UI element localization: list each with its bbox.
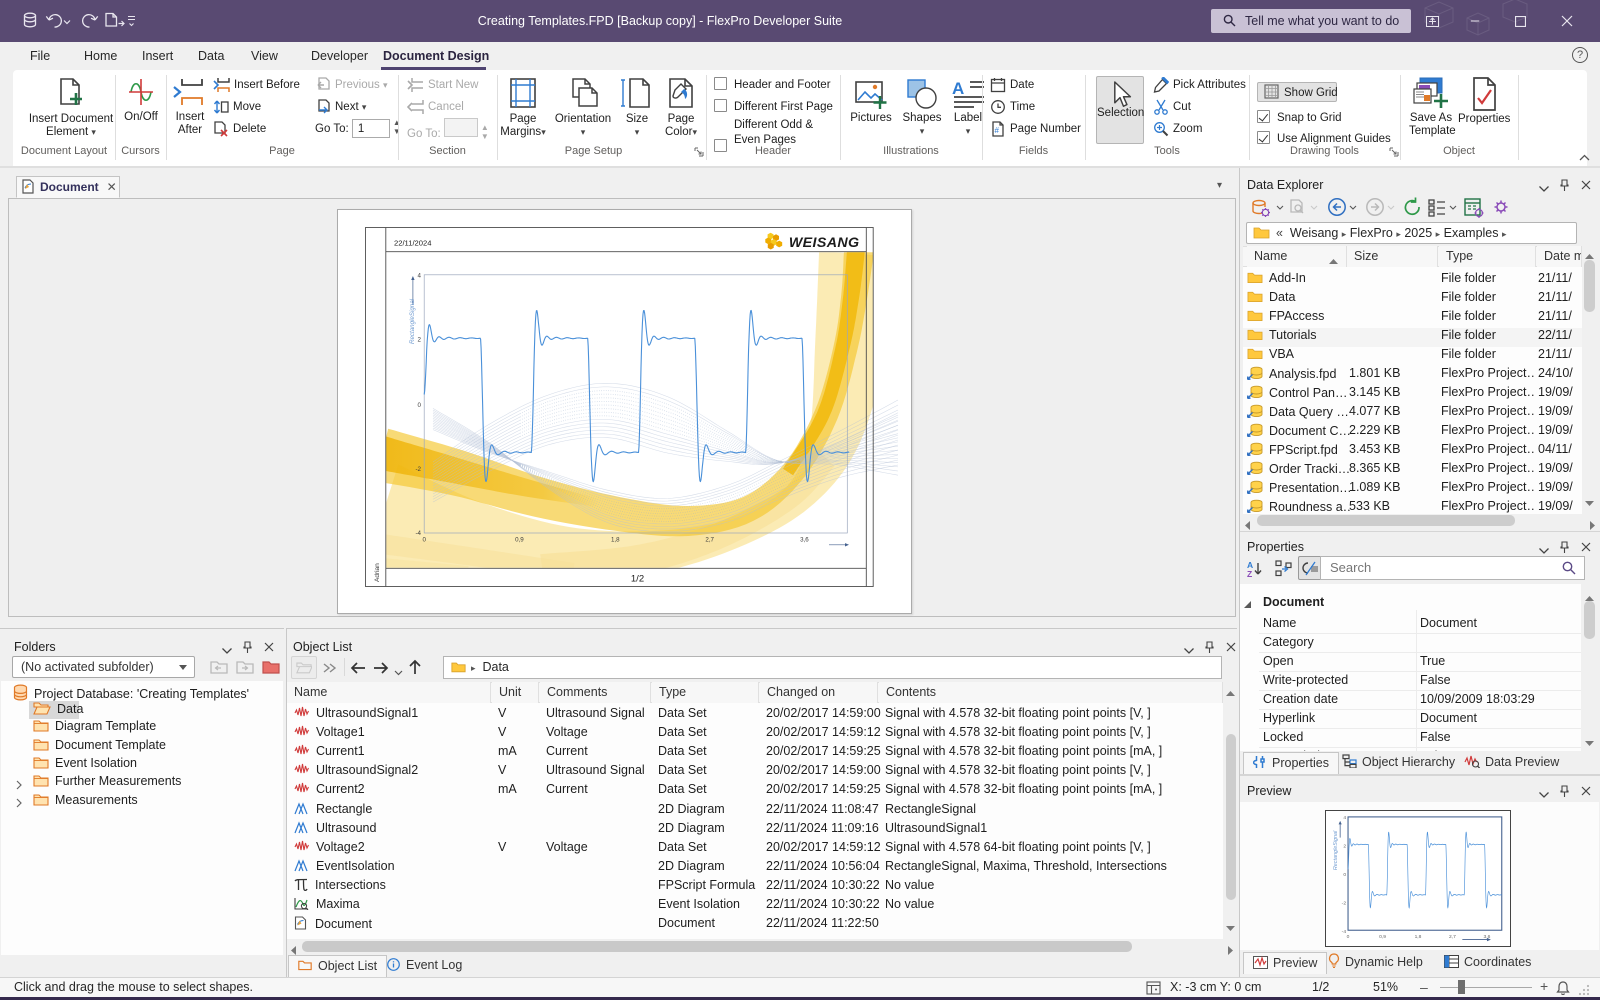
- svg-text:2,7: 2,7: [1449, 934, 1456, 940]
- svg-text:1,8: 1,8: [1415, 934, 1422, 940]
- svg-text:WEISANG: WEISANG: [789, 235, 860, 251]
- svg-text:Adrian: Adrian: [374, 563, 381, 582]
- svg-text:RectangleSignal: RectangleSignal: [1333, 830, 1339, 870]
- svg-text:RectangleSignal: RectangleSignal: [409, 298, 416, 344]
- svg-text:Z: Z: [1247, 569, 1252, 578]
- svg-text:4: 4: [1343, 815, 1346, 821]
- svg-text:-2: -2: [1342, 901, 1347, 907]
- svg-text:A: A: [952, 79, 964, 98]
- svg-text:22/11/2024: 22/11/2024: [394, 239, 431, 248]
- svg-text:4: 4: [418, 272, 422, 279]
- svg-text:3,6: 3,6: [800, 537, 809, 544]
- svg-text:1/2: 1/2: [631, 574, 644, 585]
- svg-text:1,8: 1,8: [611, 537, 620, 544]
- svg-text:2: 2: [418, 336, 422, 343]
- svg-text:0: 0: [422, 537, 426, 544]
- svg-text:-2: -2: [415, 466, 421, 473]
- svg-text:0: 0: [1347, 934, 1350, 940]
- svg-text:2: 2: [1343, 843, 1346, 849]
- svg-text:0: 0: [1343, 872, 1346, 878]
- svg-text:0,9: 0,9: [1379, 934, 1386, 940]
- svg-text:-4: -4: [1342, 929, 1347, 935]
- svg-text:0,9: 0,9: [515, 537, 524, 544]
- svg-text:2,7: 2,7: [705, 537, 714, 544]
- svg-text:#: #: [995, 126, 1000, 135]
- svg-text:-4: -4: [415, 530, 421, 537]
- svg-text:0: 0: [418, 402, 422, 409]
